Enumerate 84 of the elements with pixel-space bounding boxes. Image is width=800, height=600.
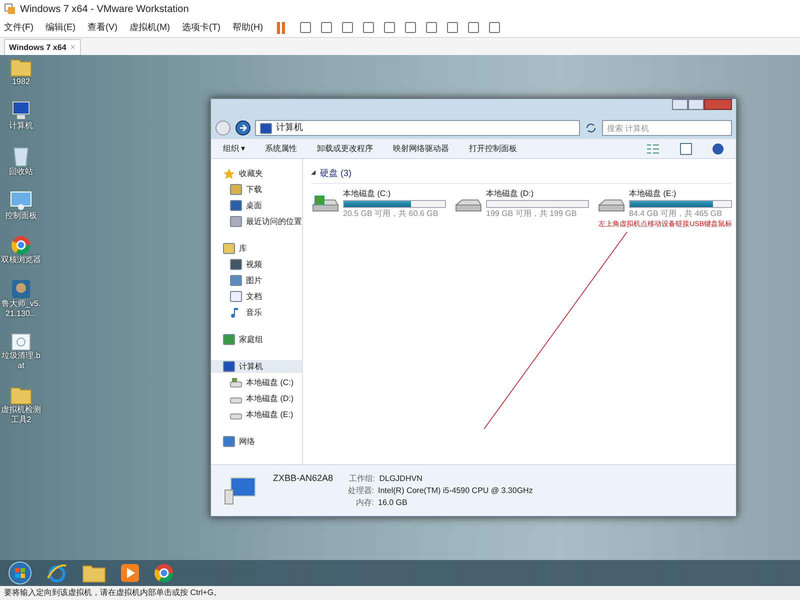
nav-item[interactable]: 收藏夹 [211, 167, 302, 180]
star-icon [223, 168, 235, 180]
nav-item[interactable]: 计算机 [211, 360, 302, 373]
detail-label: 工作组: [349, 472, 376, 485]
desktop-icon-label[interactable]: 回收站 [9, 167, 33, 177]
nav-label[interactable]: 文档 [246, 290, 262, 302]
address-bar[interactable]: 计算机 [255, 120, 580, 136]
nav-label[interactable]: 本地磁盘 (D:) [246, 392, 294, 404]
detail-value: 16.0 GB [378, 497, 408, 510]
nav-label[interactable]: 最近访问的位置 [246, 216, 302, 228]
app-icon [11, 279, 31, 299]
drive-space: 20.5 GB 可用，共 60.6 GB [343, 208, 440, 220]
desktop-icon-label[interactable]: 1982 [12, 77, 30, 87]
menu-item[interactable]: 选项卡(T) [182, 20, 220, 34]
control-panel-icon [10, 191, 32, 211]
menu-item[interactable]: 虚拟机(M) [130, 20, 170, 34]
nav-label[interactable]: 视频 [246, 258, 262, 270]
computer-name: ZXBB-AN62A8 [273, 472, 334, 485]
detail-label: 内存: [354, 497, 374, 510]
desktop-icon-label[interactable]: 虚拟机检测工具2 [0, 405, 42, 425]
minimize-button[interactable] [672, 99, 688, 110]
hard-drive-icon [311, 194, 339, 214]
view-options-icon[interactable] [646, 142, 660, 154]
nav-item[interactable]: 家庭组 [211, 333, 302, 346]
detail-value: DLGJDHVN [379, 472, 422, 485]
drive-name[interactable]: 本地磁盘 (D:) [486, 188, 589, 200]
drive-tile[interactable]: 本地磁盘 (C:) 20.5 GB 可用，共 60.6 GB [311, 188, 446, 220]
breadcrumb-item[interactable]: 计算机 [276, 121, 303, 135]
drive-tile[interactable]: 本地磁盘 (E:) 84.4 GB 可用，共 465 GB [597, 188, 732, 220]
maximize-button[interactable] [688, 99, 704, 110]
nav-label[interactable]: 本地磁盘 (E:) [246, 408, 294, 420]
drive-space: 84.4 GB 可用，共 465 GB [629, 208, 723, 220]
desktop-icon-label[interactable]: 控制面板 [5, 211, 37, 221]
menu-item[interactable]: 编辑(E) [46, 20, 76, 34]
toolbar-button[interactable]: 卸载或更改程序 [317, 142, 374, 154]
drive-name[interactable]: 本地磁盘 (C:) [343, 188, 446, 200]
toolbar-button[interactable]: 打开控制面板 [469, 142, 518, 154]
detail-label: 处理器: [346, 485, 374, 498]
status-text: 要将输入定向到该虚拟机，请在虚拟机内部单击或按 Ctrl+G。 [4, 587, 222, 599]
drive-name[interactable]: 本地磁盘 (E:) [629, 188, 732, 200]
vm-tab[interactable]: Windows 7 x64 × [4, 39, 81, 55]
window-title: Windows 7 x64 - VMware Workstation [20, 2, 189, 16]
media-player-icon[interactable] [120, 563, 140, 583]
nav-item[interactable]: 网络 [211, 435, 302, 448]
folder-icon [10, 57, 32, 77]
trash-bin-icon [12, 145, 30, 167]
pause-icon[interactable] [275, 20, 287, 34]
desktop-icon-label[interactable]: 鲁大师_v5.21.130... [0, 299, 42, 319]
app-logo-icon [4, 3, 16, 15]
group-header: 硬盘 (3) [320, 167, 352, 180]
browser-icon [11, 235, 31, 255]
nav-item[interactable]: 库 [211, 242, 302, 255]
nav-label: 网络 [239, 436, 255, 448]
menu-item[interactable]: 文件(F) [4, 20, 34, 34]
tab-label: Windows 7 x64 [9, 42, 66, 54]
toolbar-button[interactable]: 映射网络驱动器 [393, 142, 450, 154]
toolbar-button[interactable]: 系统属性 [265, 142, 298, 154]
nav-label: 收藏夹 [239, 168, 263, 180]
folder-icon [10, 385, 32, 405]
browser-icon [154, 563, 174, 583]
menu-item[interactable]: 帮助(H) [232, 20, 263, 34]
nav-label: 库 [239, 242, 247, 254]
detail-value: Intel(R) Core(TM) i5-4590 CPU @ 3.30GHz [378, 485, 533, 498]
refresh-icon[interactable] [584, 121, 598, 135]
drive-tile[interactable]: 本地磁盘 (D:) 199 GB 可用，共 199 GB [454, 188, 589, 220]
toolbar-button[interactable]: 组织 ▾ [223, 142, 246, 154]
nav-label[interactable]: 下载 [246, 184, 262, 196]
menu-item[interactable]: 查看(V) [88, 20, 118, 34]
nav-label: 计算机 [239, 360, 263, 372]
search-field[interactable]: 搜索 计算机 [602, 120, 732, 136]
desktop-icon-label[interactable]: 垃圾清理.bat [0, 351, 42, 371]
start-orb-icon[interactable] [8, 561, 32, 585]
nav-label[interactable]: 图片 [246, 274, 262, 286]
nav-label: 家庭组 [239, 334, 263, 346]
nav-label[interactable]: 音乐 [246, 306, 262, 318]
nav-label[interactable]: 本地磁盘 (C:) [246, 376, 294, 388]
ie-icon[interactable] [46, 562, 68, 584]
nav-label[interactable]: 桌面 [246, 200, 262, 212]
folder-icon[interactable] [82, 563, 106, 583]
drive-icon [230, 378, 242, 388]
script-file-icon [11, 333, 31, 351]
desktop-icon-label[interactable]: 计算机 [9, 121, 33, 131]
drive-space: 199 GB 可用，共 199 GB [486, 208, 578, 220]
desktop-icon-label[interactable]: 双核浏览器 [1, 255, 41, 265]
